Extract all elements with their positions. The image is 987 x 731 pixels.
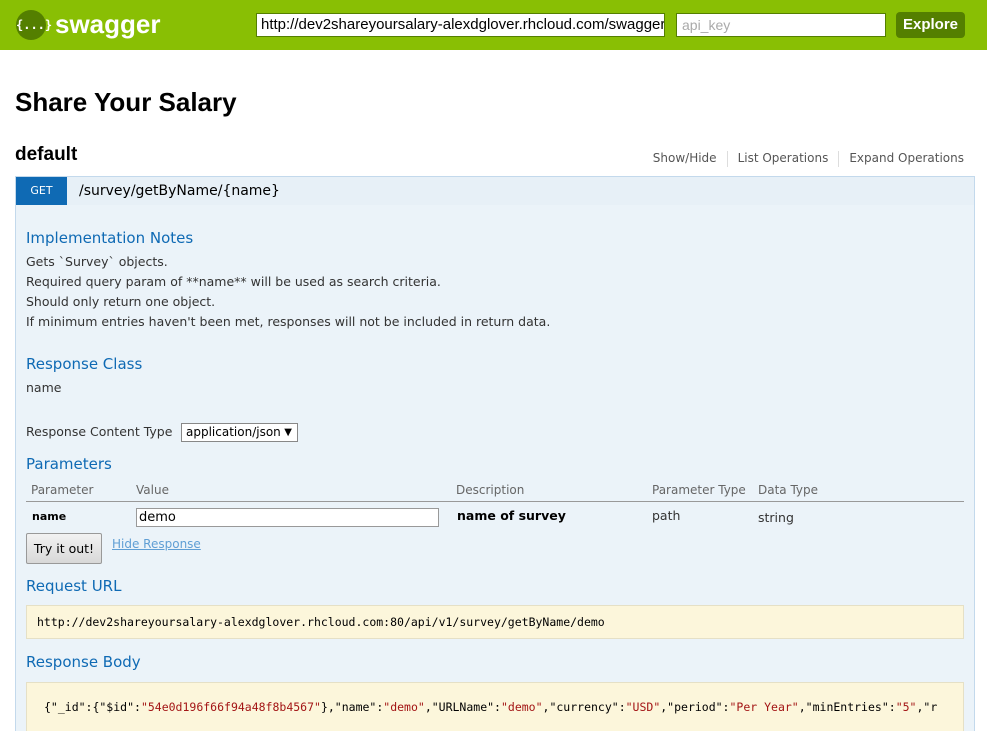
param-name: name <box>32 510 67 523</box>
operation-path[interactable]: /survey/getByName/{name} <box>79 177 280 205</box>
param-value-input[interactable]: demo <box>136 508 439 527</box>
param-header-parameter: Parameter <box>31 483 94 497</box>
content-type-select[interactable]: application/json ▼ <box>181 423 298 442</box>
json-string: "5" <box>895 700 917 714</box>
show-hide-link[interactable]: Show/Hide <box>653 151 717 165</box>
request-url-title: Request URL <box>26 577 122 595</box>
request-url-block: http://dev2shareyoursalary-alexdglover.r… <box>26 605 964 639</box>
swagger-logo-icon[interactable]: {...} <box>16 10 52 40</box>
http-method-badge[interactable]: GET <box>16 177 67 205</box>
note-line: Gets `Survey` objects. <box>26 254 168 269</box>
implementation-notes-title: Implementation Notes <box>26 229 194 247</box>
expand-operations-link[interactable]: Expand Operations <box>849 151 964 165</box>
top-bar: {...} swagger http://dev2shareyoursalary… <box>0 0 987 50</box>
explore-button[interactable]: Explore <box>896 12 965 38</box>
param-header-value: Value <box>136 483 169 497</box>
json-string: "demo" <box>383 700 425 714</box>
content-type-label: Response Content Type <box>26 424 173 439</box>
note-line: Required query param of **name** will be… <box>26 274 441 289</box>
api-key-input[interactable]: api_key <box>676 13 886 37</box>
swagger-logo-text[interactable]: swagger <box>55 9 161 39</box>
operation-heading[interactable]: GET /survey/getByName/{name} <box>15 176 975 206</box>
list-operations-link[interactable]: List Operations <box>738 151 829 165</box>
json-punct: ,"currency": <box>542 700 626 714</box>
response-class-value: name <box>26 380 62 395</box>
json-string: "Per Year" <box>729 700 799 714</box>
divider <box>726 150 728 167</box>
resource-actions: Show/Hide List Operations Expand Operation… <box>653 150 964 167</box>
json-punct: ,"minEntries": <box>798 700 896 714</box>
note-line: Should only return one object. <box>26 294 216 309</box>
content-type-value: application/json <box>186 425 281 439</box>
spec-url-input[interactable]: http://dev2shareyoursalary-alexdglover.r… <box>256 13 665 37</box>
json-punct: {"_id":{"$id": <box>44 700 141 714</box>
hide-response-link[interactable]: Hide Response <box>112 536 201 552</box>
param-header-description: Description <box>456 483 525 497</box>
response-body-block: {"_id":{"$id":"54e0d196f66f94a48f8b4567"… <box>26 682 964 731</box>
parameters-title: Parameters <box>26 455 112 473</box>
param-description: name of survey <box>457 508 566 523</box>
table-divider <box>26 501 964 502</box>
json-punct: ,"r <box>916 700 938 714</box>
json-punct: ,"period": <box>660 700 730 714</box>
json-string: "demo" <box>500 700 543 714</box>
json-string: "54e0d196f66f94a48f8b4567" <box>140 700 321 714</box>
response-body-title: Response Body <box>26 653 141 671</box>
json-punct: ,"URLName": <box>424 700 501 714</box>
json-string: "USD" <box>625 700 661 714</box>
param-header-type: Parameter Type <box>652 483 746 497</box>
resource-name-link[interactable]: default <box>15 143 77 167</box>
note-line: If minimum entries haven't been met, res… <box>26 314 551 329</box>
response-class-title: Response Class <box>26 355 143 373</box>
dropdown-arrow-icon: ▼ <box>284 427 292 438</box>
try-it-out-button[interactable]: Try it out! <box>26 533 102 564</box>
json-punct: },"name": <box>320 700 384 714</box>
param-type: path <box>652 508 681 523</box>
param-header-data-type: Data Type <box>758 483 819 497</box>
page-title: Share Your Salary <box>15 87 237 117</box>
divider <box>838 150 840 167</box>
param-data-type: string <box>758 510 794 525</box>
